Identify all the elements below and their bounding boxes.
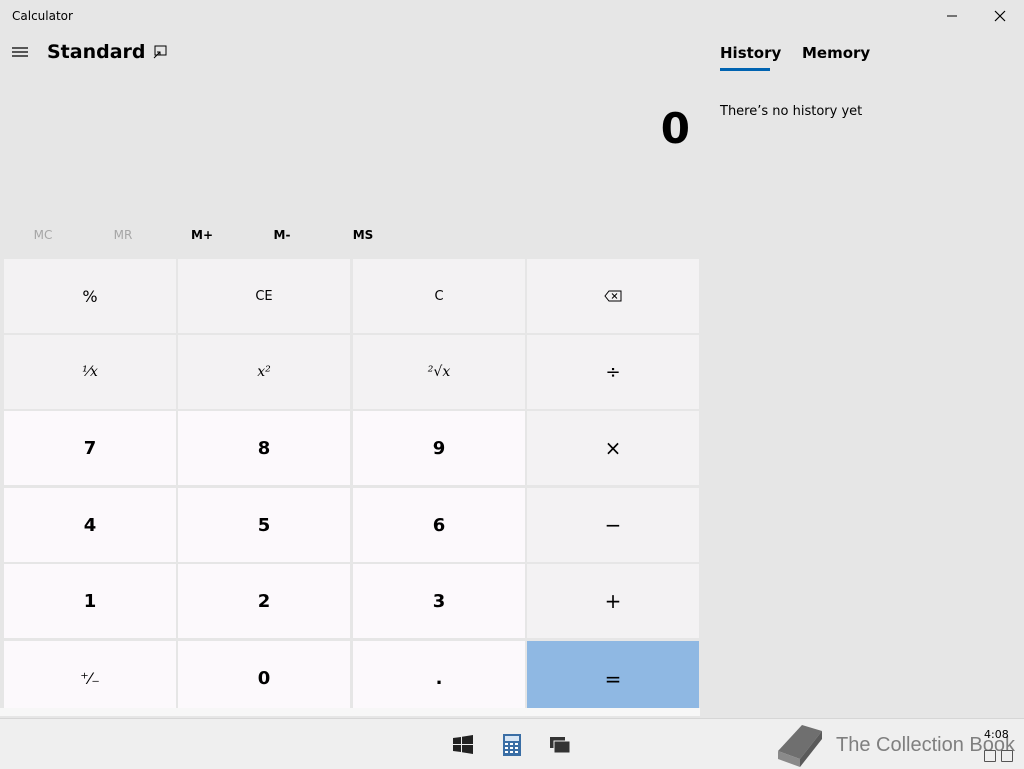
memory-clear-button[interactable]: MC — [4, 220, 82, 250]
digit-8-button[interactable]: 8 — [178, 411, 350, 485]
mode-title: Standard — [47, 41, 146, 63]
tray-icon[interactable] — [1001, 750, 1013, 762]
taskbar: The Collection Book 4:08 — [0, 718, 1024, 769]
percent-button[interactable]: % — [4, 259, 176, 333]
app-title: Calculator — [12, 9, 73, 23]
keep-on-top-button[interactable] — [150, 42, 170, 62]
digit-5-button[interactable]: 5 — [178, 488, 350, 562]
clock[interactable]: 4:08 — [984, 728, 1009, 741]
digit-3-button[interactable]: 3 — [353, 564, 525, 638]
reciprocal-button[interactable]: ¹⁄x — [4, 335, 176, 409]
keypad-bottom-edge — [0, 708, 700, 716]
digit-1-button[interactable]: 1 — [4, 564, 176, 638]
clear-button[interactable]: C — [353, 259, 525, 333]
memory-controls: MC MR M+ M- MS — [4, 220, 404, 250]
active-tab-indicator — [720, 68, 770, 71]
clear-entry-button[interactable]: CE — [178, 259, 350, 333]
hamburger-icon — [12, 47, 28, 57]
tab-memory[interactable]: Memory — [802, 44, 870, 62]
backspace-button[interactable] — [527, 259, 699, 333]
digit-2-button[interactable]: 2 — [178, 564, 350, 638]
close-button[interactable] — [977, 0, 1023, 32]
negate-button[interactable]: ⁺⁄₋ — [4, 641, 176, 715]
close-icon — [994, 10, 1006, 22]
multiply-button[interactable]: × — [527, 411, 699, 485]
notification-icon[interactable] — [984, 750, 996, 762]
digit-0-button[interactable]: 0 — [178, 641, 350, 715]
history-empty-message: There’s no history yet — [720, 104, 863, 119]
digit-7-button[interactable]: 7 — [4, 411, 176, 485]
title-bar: Calculator — [0, 0, 1024, 32]
digit-6-button[interactable]: 6 — [353, 488, 525, 562]
subtract-button[interactable]: − — [527, 488, 699, 562]
backspace-icon — [604, 290, 622, 302]
minimize-icon — [947, 15, 957, 17]
square-root-button[interactable]: ²√x — [353, 335, 525, 409]
add-button[interactable]: + — [527, 564, 699, 638]
task-view-button[interactable] — [548, 733, 572, 757]
history-panel: History Memory There’s no history yet — [700, 32, 1024, 716]
start-button[interactable] — [451, 733, 475, 757]
decimal-button[interactable]: . — [353, 641, 525, 715]
tab-history[interactable]: History — [720, 44, 781, 62]
calculator-header: Standard — [0, 32, 700, 76]
memory-store-button[interactable]: MS — [324, 220, 402, 250]
task-view-icon — [550, 737, 571, 754]
navigation-menu-button[interactable] — [8, 36, 32, 68]
digit-9-button[interactable]: 9 — [353, 411, 525, 485]
result-display: 0 — [660, 104, 690, 153]
minimize-button[interactable] — [929, 0, 975, 32]
book-icon — [778, 725, 822, 767]
windows-logo-icon — [453, 735, 473, 754]
memory-recall-button[interactable]: MR — [84, 220, 162, 250]
memory-add-button[interactable]: M+ — [163, 220, 241, 250]
divide-button[interactable]: ÷ — [527, 335, 699, 409]
keep-on-top-icon — [153, 45, 167, 59]
taskbar-calculator-button[interactable] — [500, 733, 524, 757]
square-button[interactable]: x² — [178, 335, 350, 409]
watermark: The Collection Book — [772, 721, 1015, 769]
equals-button[interactable]: = — [527, 641, 699, 716]
calculator-app-icon — [503, 734, 521, 756]
digit-4-button[interactable]: 4 — [4, 488, 176, 562]
memory-subtract-button[interactable]: M- — [243, 220, 321, 250]
